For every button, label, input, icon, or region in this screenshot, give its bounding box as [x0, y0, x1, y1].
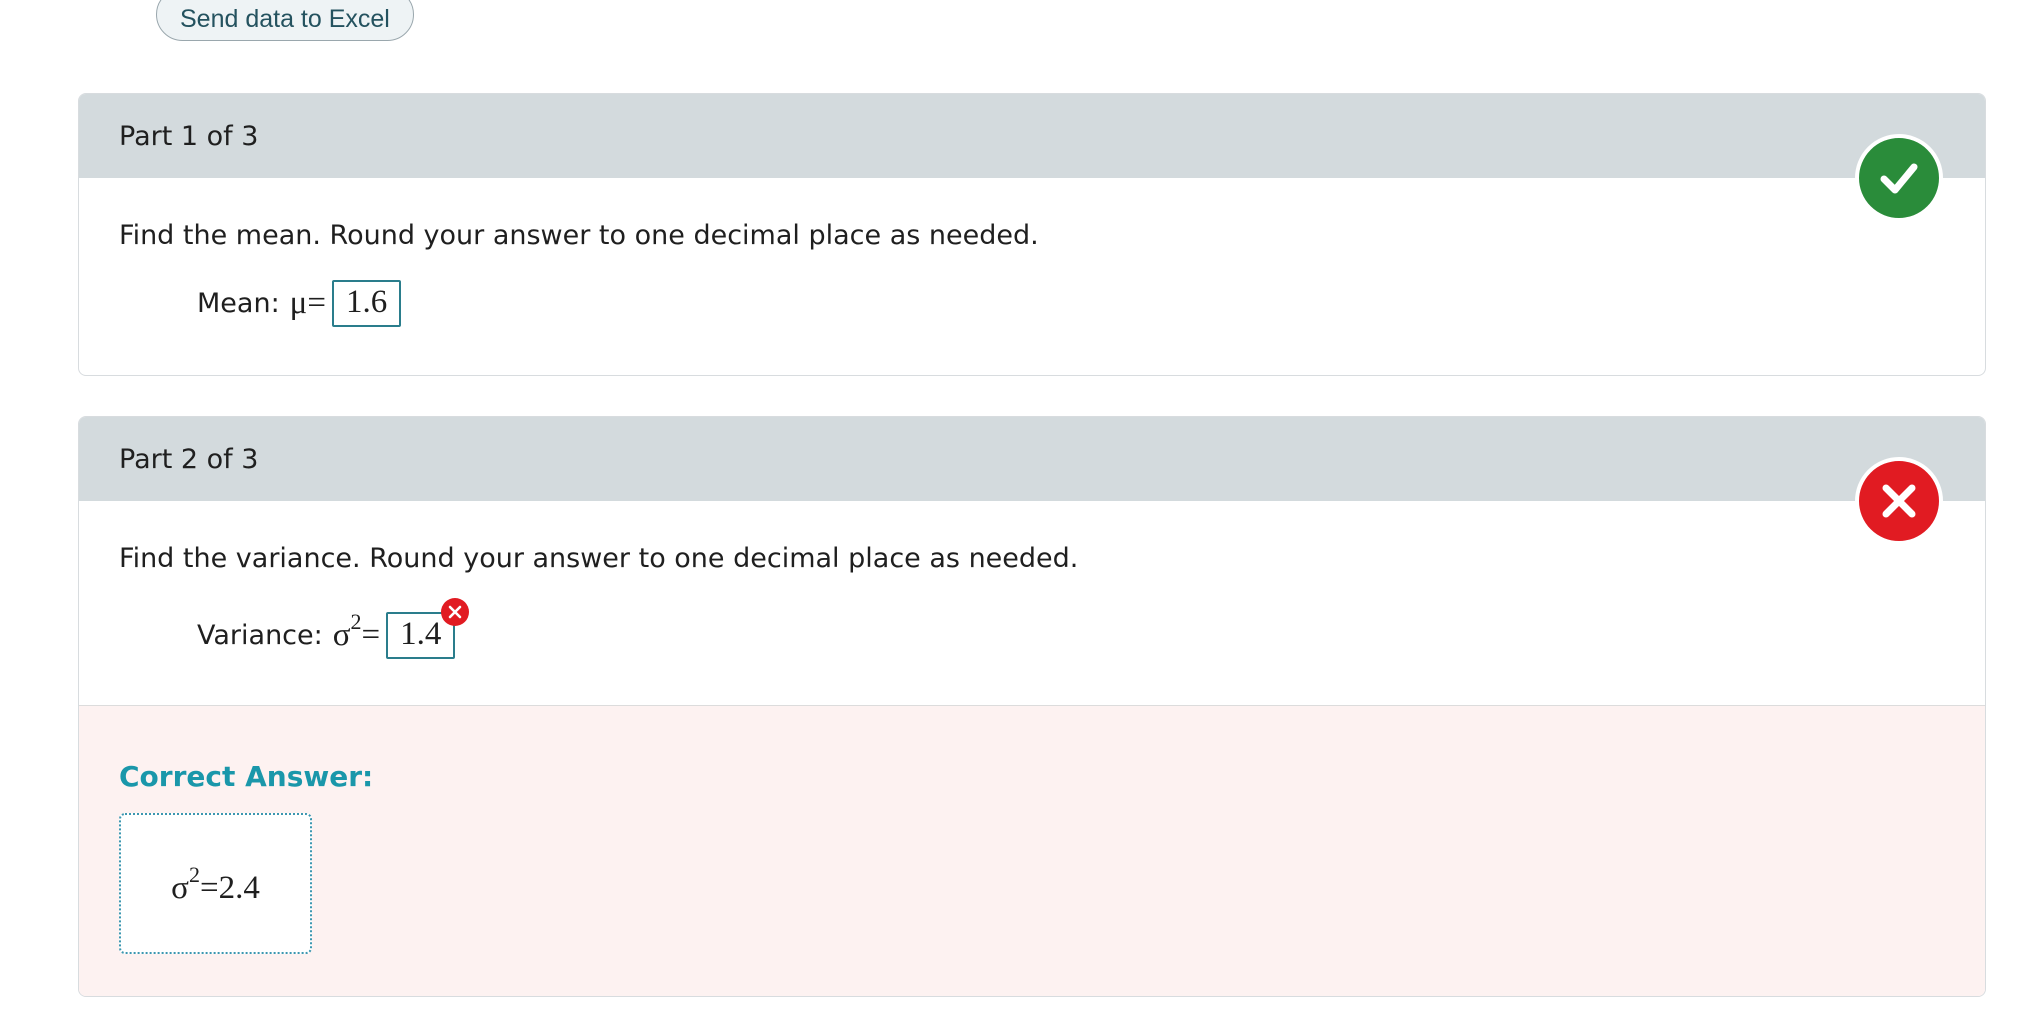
- correct-status-badge: [1855, 134, 1943, 222]
- variance-answer-value: 1.4: [400, 616, 442, 652]
- sigma-symbol: σ: [332, 617, 351, 653]
- equals-sign: =: [361, 617, 381, 653]
- part-2-instruction: Find the variance. Round your answer to …: [119, 543, 1079, 574]
- correct-answer-label: Correct Answer:: [119, 760, 374, 793]
- part-2-header: Part 2 of 3: [79, 417, 1985, 501]
- check-icon: [1880, 163, 1918, 194]
- page: Send data to Excel Part 1 of 3 Find the …: [0, 0, 2018, 1011]
- part-1-title: Part 1 of 3: [119, 121, 259, 152]
- incorrect-status-badge: [1855, 457, 1943, 545]
- correct-sigma-symbol: σ: [171, 870, 189, 906]
- mean-label: Mean:: [197, 288, 280, 319]
- x-icon: [1882, 484, 1916, 518]
- mu-symbol: μ: [289, 285, 308, 321]
- send-data-to-excel-button[interactable]: Send data to Excel: [156, 0, 414, 41]
- part-2-panel: Part 2 of 3 Find the variance. Round you…: [78, 416, 1986, 997]
- variance-answer-row: Variance: σ2 = 1.4: [197, 598, 470, 659]
- variance-label: Variance:: [197, 620, 323, 651]
- mean-answer-row: Mean: μ = 1.6: [197, 280, 402, 327]
- variance-answer-field[interactable]: 1.4: [386, 598, 470, 659]
- error-x-icon: [441, 598, 470, 626]
- correct-equals-sign: =: [199, 870, 219, 906]
- part-2-title: Part 2 of 3: [119, 444, 259, 475]
- correct-answer-box: σ2 = 2.4: [119, 813, 312, 954]
- correct-squared-superscript: 2: [188, 861, 200, 887]
- mean-answer-field[interactable]: 1.6: [332, 280, 402, 327]
- correct-answer-section: Correct Answer: σ2 = 2.4: [79, 705, 1985, 996]
- part-1-header: Part 1 of 3: [79, 94, 1985, 178]
- correct-answer-value: 2.4: [218, 870, 260, 906]
- equals-sign: =: [307, 285, 326, 321]
- part-1-instruction: Find the mean. Round your answer to one …: [119, 220, 1039, 251]
- squared-superscript: 2: [350, 608, 362, 634]
- part-1-panel: Part 1 of 3 Find the mean. Round your an…: [78, 93, 1986, 376]
